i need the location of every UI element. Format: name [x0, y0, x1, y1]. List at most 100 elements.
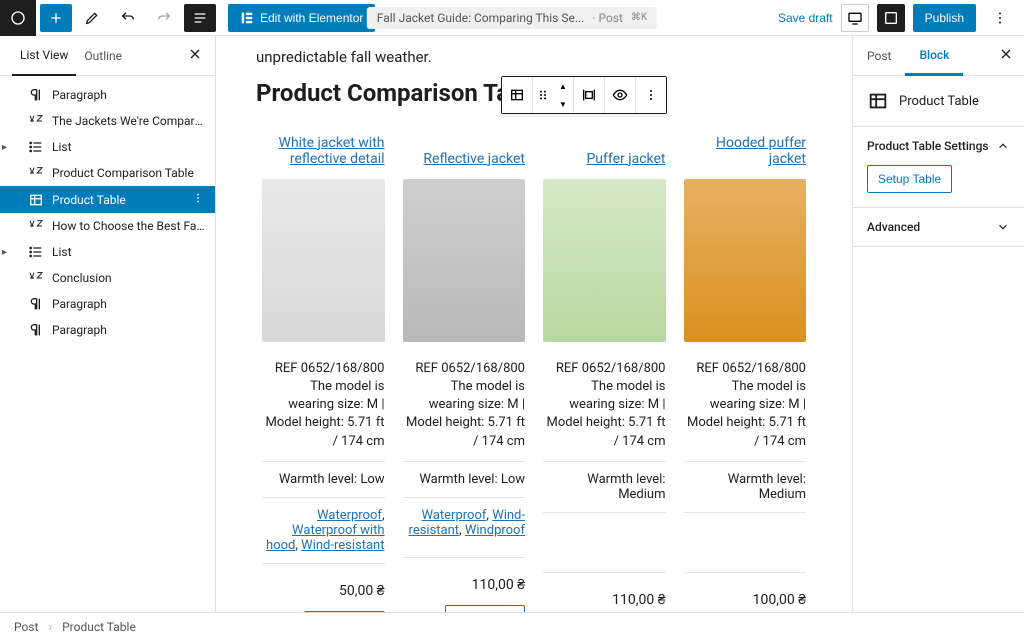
product-image[interactable]	[684, 179, 807, 342]
product-table-block[interactable]: White jacket with reflective detail REF 0…	[256, 123, 812, 613]
table-icon	[509, 87, 525, 103]
wp-logo-button[interactable]	[0, 0, 36, 36]
list-view-panel: List View Outline Paragraph The Jackets W…	[0, 36, 216, 612]
product-image[interactable]	[262, 179, 385, 342]
edit-with-elementor-button[interactable]: Edit with Elementor	[228, 4, 375, 32]
panel-advanced-header[interactable]: Advanced	[853, 208, 1024, 246]
tab-block[interactable]: Block	[905, 36, 963, 76]
tab-list-view[interactable]: List View	[12, 36, 76, 76]
block-card: Product Table	[853, 76, 1024, 127]
block-type-icon	[28, 192, 44, 208]
align-button[interactable]	[574, 77, 604, 113]
product-image[interactable]	[403, 179, 526, 342]
add-to-cart-button[interactable]: Add to cart	[445, 605, 525, 612]
undo-button[interactable]	[112, 4, 144, 32]
tree-item-label: The Jackets We're Comparing	[52, 114, 205, 128]
tree-item-label: Paragraph	[52, 88, 107, 102]
tab-post[interactable]: Post	[853, 36, 905, 76]
product-title-link[interactable]: Hooded puffer jacket	[684, 129, 807, 167]
block-type-icon	[28, 270, 44, 286]
publish-button[interactable]: Publish	[913, 4, 976, 32]
drag-icon	[535, 87, 551, 103]
move-up-button[interactable]: ▲	[553, 77, 573, 95]
paragraph-block[interactable]: unpredictable fall weather.	[256, 46, 812, 69]
kebab-icon	[643, 87, 659, 103]
editor-canvas[interactable]: ▲ ▼ unpredictable fall weather. Product …	[216, 36, 852, 612]
close-icon	[998, 46, 1014, 62]
block-name: Product Table	[899, 94, 979, 109]
block-type-icon	[28, 113, 44, 129]
product-tags	[543, 523, 666, 573]
settings-panel: Post Block Product Table Product Table S…	[852, 36, 1024, 612]
tree-item-5[interactable]: How to Choose the Best Fall Jacket for Y…	[0, 213, 215, 239]
tree-item-9[interactable]: Paragraph	[0, 317, 215, 343]
close-settings-button[interactable]	[988, 46, 1024, 66]
align-icon	[581, 87, 597, 103]
breadcrumb-root[interactable]: Post	[14, 620, 38, 634]
wp-logo-icon	[10, 10, 26, 26]
block-toolbar: ▲ ▼	[501, 76, 667, 114]
tree-item-2[interactable]: ▸List	[0, 134, 215, 160]
edit-with-elementor-label: Edit with Elementor	[260, 11, 363, 25]
tree-item-4[interactable]: Product Table	[0, 186, 215, 213]
add-block-button[interactable]	[40, 4, 72, 32]
product-title-link[interactable]: White jacket with reflective detail	[262, 129, 385, 167]
tree-item-options[interactable]	[191, 191, 205, 208]
product-meta: REF 0652/168/800The model is wearing siz…	[403, 360, 526, 462]
product-meta: REF 0652/168/800The model is wearing siz…	[262, 360, 385, 462]
product-title-link[interactable]: Reflective jacket	[403, 129, 526, 167]
preview-button[interactable]	[877, 4, 905, 32]
move-down-button[interactable]: ▼	[553, 95, 573, 113]
panel-advanced-title: Advanced	[867, 220, 920, 234]
add-to-cart-button[interactable]: Add to cart	[304, 611, 384, 612]
document-overview-button[interactable]	[184, 4, 216, 32]
chevron-right-icon[interactable]: ▸	[2, 247, 7, 258]
document-title: Fall Jacket Guide: Comparing This Se...	[377, 11, 585, 25]
tab-outline[interactable]: Outline	[76, 36, 130, 76]
tree-item-label: List	[52, 245, 72, 259]
preview-desktop-button[interactable]	[841, 4, 869, 32]
product-price: 100,00 ₴	[684, 591, 807, 608]
product-image[interactable]	[543, 179, 666, 342]
breadcrumb-current[interactable]: Product Table	[62, 620, 136, 634]
tree-item-6[interactable]: ▸ List	[0, 239, 215, 265]
product-meta: REF 0652/168/800The model is wearing siz…	[543, 360, 666, 462]
chevron-down-icon	[996, 220, 1010, 234]
product-column-2: Puffer jacket REF 0652/168/800The model i…	[543, 129, 666, 613]
block-options-button[interactable]	[636, 77, 666, 113]
document-title-bar[interactable]: Fall Jacket Guide: Comparing This Se... …	[367, 7, 657, 29]
desktop-icon	[847, 10, 863, 26]
breadcrumb-bar: Post › Product Table	[0, 612, 1024, 640]
redo-button[interactable]	[148, 4, 180, 32]
close-list-view-button[interactable]	[187, 46, 203, 66]
tree-item-8[interactable]: Paragraph	[0, 291, 215, 317]
panel-settings-header[interactable]: Product Table Settings	[853, 127, 1024, 165]
tree-item-1[interactable]: The Jackets We're Comparing	[0, 108, 215, 134]
pencil-icon	[84, 10, 100, 26]
tree-item-3[interactable]: Product Comparison Table	[0, 160, 215, 186]
setup-table-button[interactable]: Setup Table	[867, 165, 952, 193]
product-title-link[interactable]: Puffer jacket	[543, 129, 666, 167]
tree-item-0[interactable]: Paragraph	[0, 82, 215, 108]
tree-item-7[interactable]: Conclusion	[0, 265, 215, 291]
options-button[interactable]	[984, 4, 1016, 32]
product-price: 50,00 ₴	[262, 582, 385, 599]
preview-block-button[interactable]	[605, 77, 635, 113]
eye-icon	[612, 87, 628, 103]
block-type-button[interactable]	[502, 77, 532, 113]
command-shortcut: ⌘K	[631, 12, 647, 23]
view-icon	[883, 10, 899, 26]
block-type-icon	[28, 244, 44, 260]
product-tags: Waterproof, Wind-resistant, Windproof	[403, 508, 526, 558]
chevron-up-icon	[996, 139, 1010, 153]
close-icon	[187, 46, 203, 62]
drag-handle[interactable]	[533, 77, 553, 113]
product-warmth: Warmth level: Low	[262, 472, 385, 498]
tree-item-label: Conclusion	[52, 271, 112, 285]
tools-button[interactable]	[76, 4, 108, 32]
redo-icon	[156, 10, 172, 26]
block-type-icon	[28, 165, 44, 181]
product-column-3: Hooded puffer jacketREF 0652/168/800The …	[684, 129, 807, 613]
chevron-right-icon[interactable]: ▸	[2, 142, 7, 153]
save-draft-button[interactable]: Save draft	[778, 11, 833, 25]
